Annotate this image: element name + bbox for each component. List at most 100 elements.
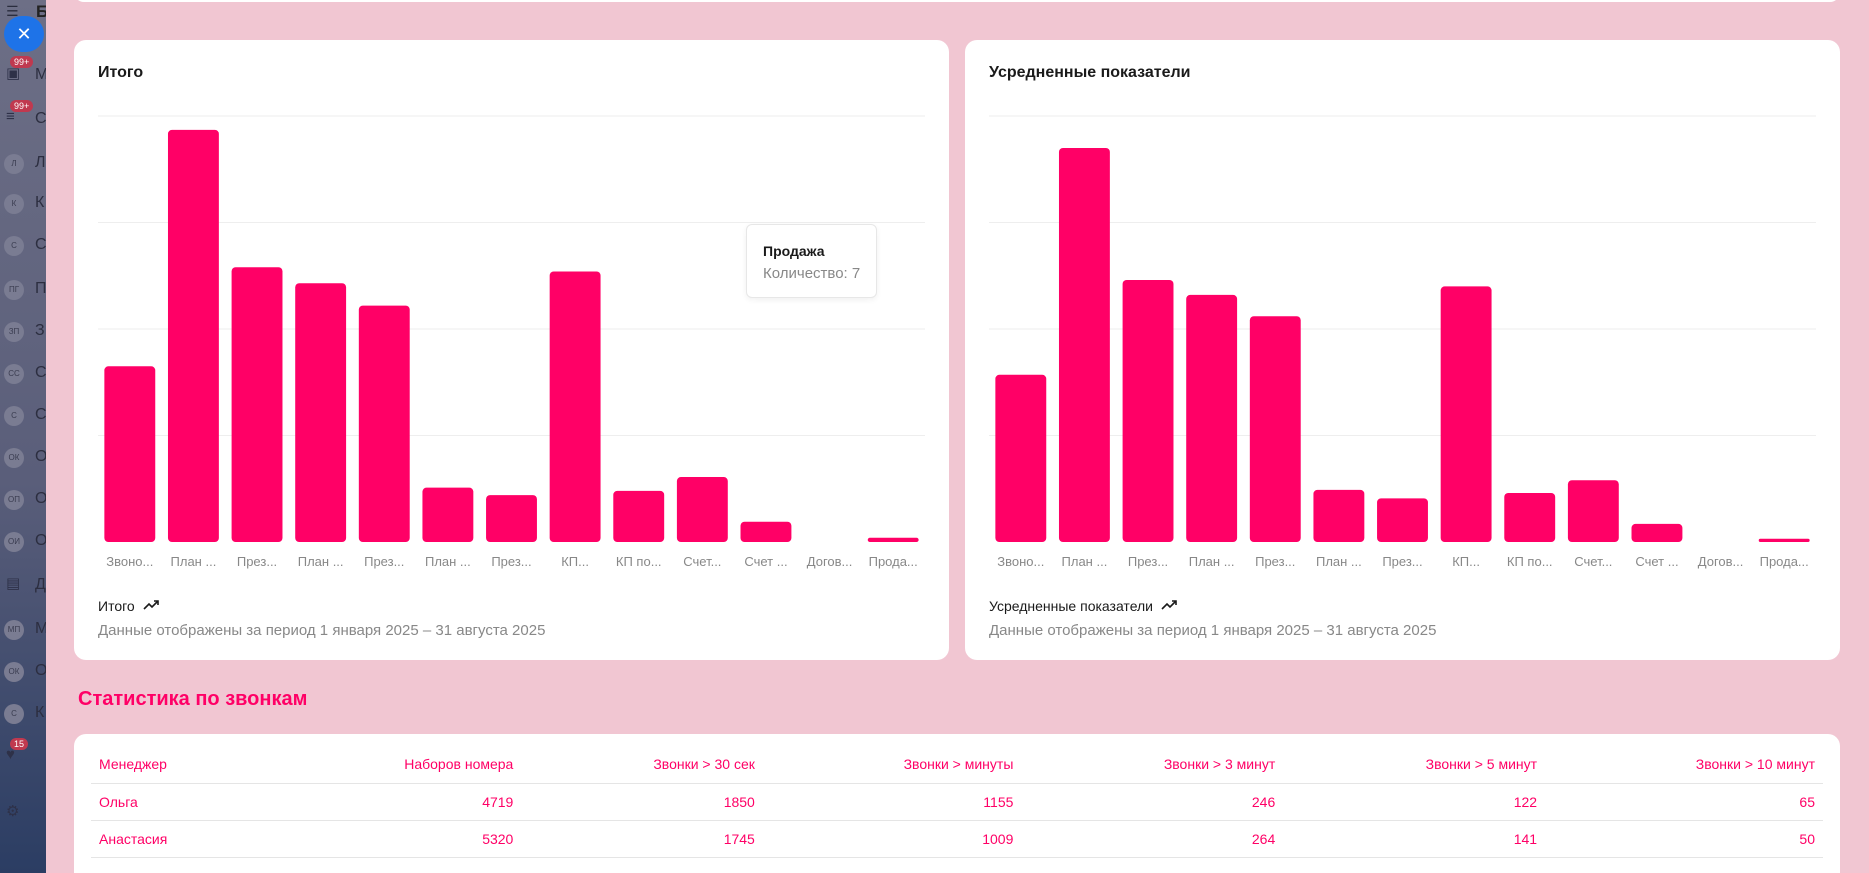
chart-bar[interactable] <box>1377 498 1428 542</box>
chart-bar[interactable] <box>1313 489 1365 542</box>
chart-bar[interactable] <box>358 305 410 542</box>
calls-1m-cell: 1155 <box>983 793 1014 810</box>
x-tick-label: План ... <box>425 554 471 569</box>
table-row[interactable]: Ольга 4719 1850 1155 246 122 65 <box>91 783 1823 820</box>
sidebar-item[interactable]: ⚙ <box>0 790 46 838</box>
table-row[interactable] <box>91 857 1823 873</box>
column-header-calls-30s[interactable]: Звонки > 30 сек <box>521 746 763 783</box>
calls-3m-cell: 246 <box>1251 793 1276 810</box>
calls-5m-cell <box>1283 857 1545 873</box>
chart-bar[interactable] <box>1440 286 1492 542</box>
chart-bar[interactable] <box>167 129 219 542</box>
sidebar-item[interactable]: СС С <box>0 350 46 398</box>
column-header-dials[interactable]: Наборов номера <box>264 746 521 783</box>
sidebar-item[interactable]: ▣ М 99+ <box>0 52 46 100</box>
sidebar-item[interactable]: ОИ О <box>0 518 46 566</box>
sidebar-item-label: К <box>35 704 45 721</box>
chart-bar[interactable] <box>104 366 156 542</box>
sidebar-item-label: С <box>35 236 46 253</box>
dials-cell: 5320 <box>482 830 514 847</box>
table-row[interactable]: Анастасия 5320 1745 1009 264 141 50 <box>91 820 1823 857</box>
avatar: Л <box>4 154 24 174</box>
x-tick-label: Прода... <box>1760 554 1809 569</box>
close-icon: ✕ <box>16 24 32 44</box>
chart-bar[interactable] <box>486 495 537 542</box>
sidebar-item[interactable]: СК <box>0 690 46 738</box>
chart-bar[interactable] <box>1249 316 1301 542</box>
chart-bar[interactable] <box>295 283 347 542</box>
x-tick-label: План ... <box>1316 554 1362 569</box>
sidebar-item-label: Д <box>35 576 46 593</box>
chart-bar[interactable] <box>549 271 601 542</box>
sidebar-item-label: О <box>35 490 46 507</box>
sidebar-item[interactable]: ≡ С 99+ <box>0 96 46 144</box>
x-tick-label: През... <box>1255 554 1295 569</box>
chart-bar[interactable] <box>867 537 919 542</box>
x-tick-label: Звоно... <box>106 554 153 569</box>
tooltip-value: Количество: 7 <box>763 265 861 282</box>
x-tick-label: През... <box>237 554 277 569</box>
calls-3m-cell <box>1021 857 1283 873</box>
dials-cell: 4719 <box>482 793 514 810</box>
chart-bar[interactable] <box>1058 147 1110 542</box>
sidebar-item-label: О <box>35 448 46 465</box>
sidebar-item[interactable]: СС <box>0 392 46 440</box>
chart-bar[interactable] <box>1186 294 1238 542</box>
chart-bar[interactable] <box>422 487 474 542</box>
manager-cell[interactable]: Анастасия <box>91 820 264 857</box>
chart-bar[interactable] <box>1631 523 1683 542</box>
chart-bar[interactable] <box>740 521 792 542</box>
calls-section-title: Статистика по звонкам <box>78 688 308 710</box>
sidebar-item-label: С <box>35 110 46 127</box>
calls-10m-cell: 50 <box>1799 830 1815 847</box>
sidebar-item[interactable]: ♥ 15 <box>0 734 46 782</box>
column-header-manager[interactable]: Менеджер <box>91 746 264 783</box>
sidebar-item[interactable]: ▤ Д <box>0 562 46 610</box>
x-tick-label: През... <box>1382 554 1422 569</box>
avatar: ОП <box>4 490 24 510</box>
sidebar-item[interactable]: ЗП З <box>0 308 46 356</box>
calls-10m-cell <box>1545 857 1823 873</box>
avatar: ОК <box>4 662 24 682</box>
column-header-calls-5m[interactable]: Звонки > 5 минут <box>1283 746 1545 783</box>
close-button[interactable]: ✕ <box>4 16 44 52</box>
x-tick-label: КП по... <box>1507 554 1553 569</box>
chart-bar[interactable] <box>613 490 665 542</box>
chart-bar[interactable] <box>1504 493 1556 542</box>
x-tick-label: През... <box>491 554 531 569</box>
chart-bar[interactable] <box>995 374 1047 542</box>
x-tick-label: КП... <box>1452 554 1480 569</box>
sidebar-item[interactable]: КК <box>0 180 46 228</box>
table-header-row: Менеджер Наборов номера Звонки > 30 сек … <box>91 746 1823 783</box>
chart-bar[interactable] <box>231 267 283 542</box>
x-tick-label: Догов... <box>1698 554 1744 569</box>
calls-30s-cell <box>521 857 763 873</box>
trending-up-icon <box>143 598 159 614</box>
avatar: К <box>4 194 24 214</box>
avatar: СС <box>4 364 24 384</box>
sidebar-item[interactable]: МП М <box>0 606 46 654</box>
column-header-calls-10m[interactable]: Звонки > 10 минут <box>1545 746 1823 783</box>
chart-bar[interactable] <box>1758 538 1810 542</box>
chart-bar[interactable] <box>1122 280 1174 542</box>
calls-10m-cell: 65 <box>1799 793 1815 810</box>
manager-cell[interactable] <box>91 857 264 873</box>
notification-badge: 99+ <box>10 100 34 112</box>
calls-3m-cell: 264 <box>1251 830 1276 847</box>
sidebar-item[interactable]: ПГ П <box>0 266 46 314</box>
column-header-calls-1m[interactable]: Звонки > минуты <box>763 746 1022 783</box>
x-tick-label: План ... <box>1189 554 1235 569</box>
sidebar-item-label: М <box>35 620 46 637</box>
sidebar-item[interactable]: СС <box>0 222 46 270</box>
chart-bar[interactable] <box>1567 480 1619 542</box>
chart-bar[interactable] <box>676 477 728 542</box>
column-header-calls-3m[interactable]: Звонки > 3 минут <box>1021 746 1283 783</box>
sidebar-item[interactable]: ОК О <box>0 434 46 482</box>
sidebar-item-label: Л <box>35 154 46 171</box>
manager-cell[interactable]: Ольга <box>91 783 264 820</box>
sidebar-item[interactable]: ОП О <box>0 476 46 524</box>
x-tick-label: План ... <box>171 554 217 569</box>
sidebar-item-label: С <box>35 364 46 381</box>
sidebar-item[interactable]: ОК О <box>0 648 46 696</box>
dials-cell <box>264 857 521 873</box>
